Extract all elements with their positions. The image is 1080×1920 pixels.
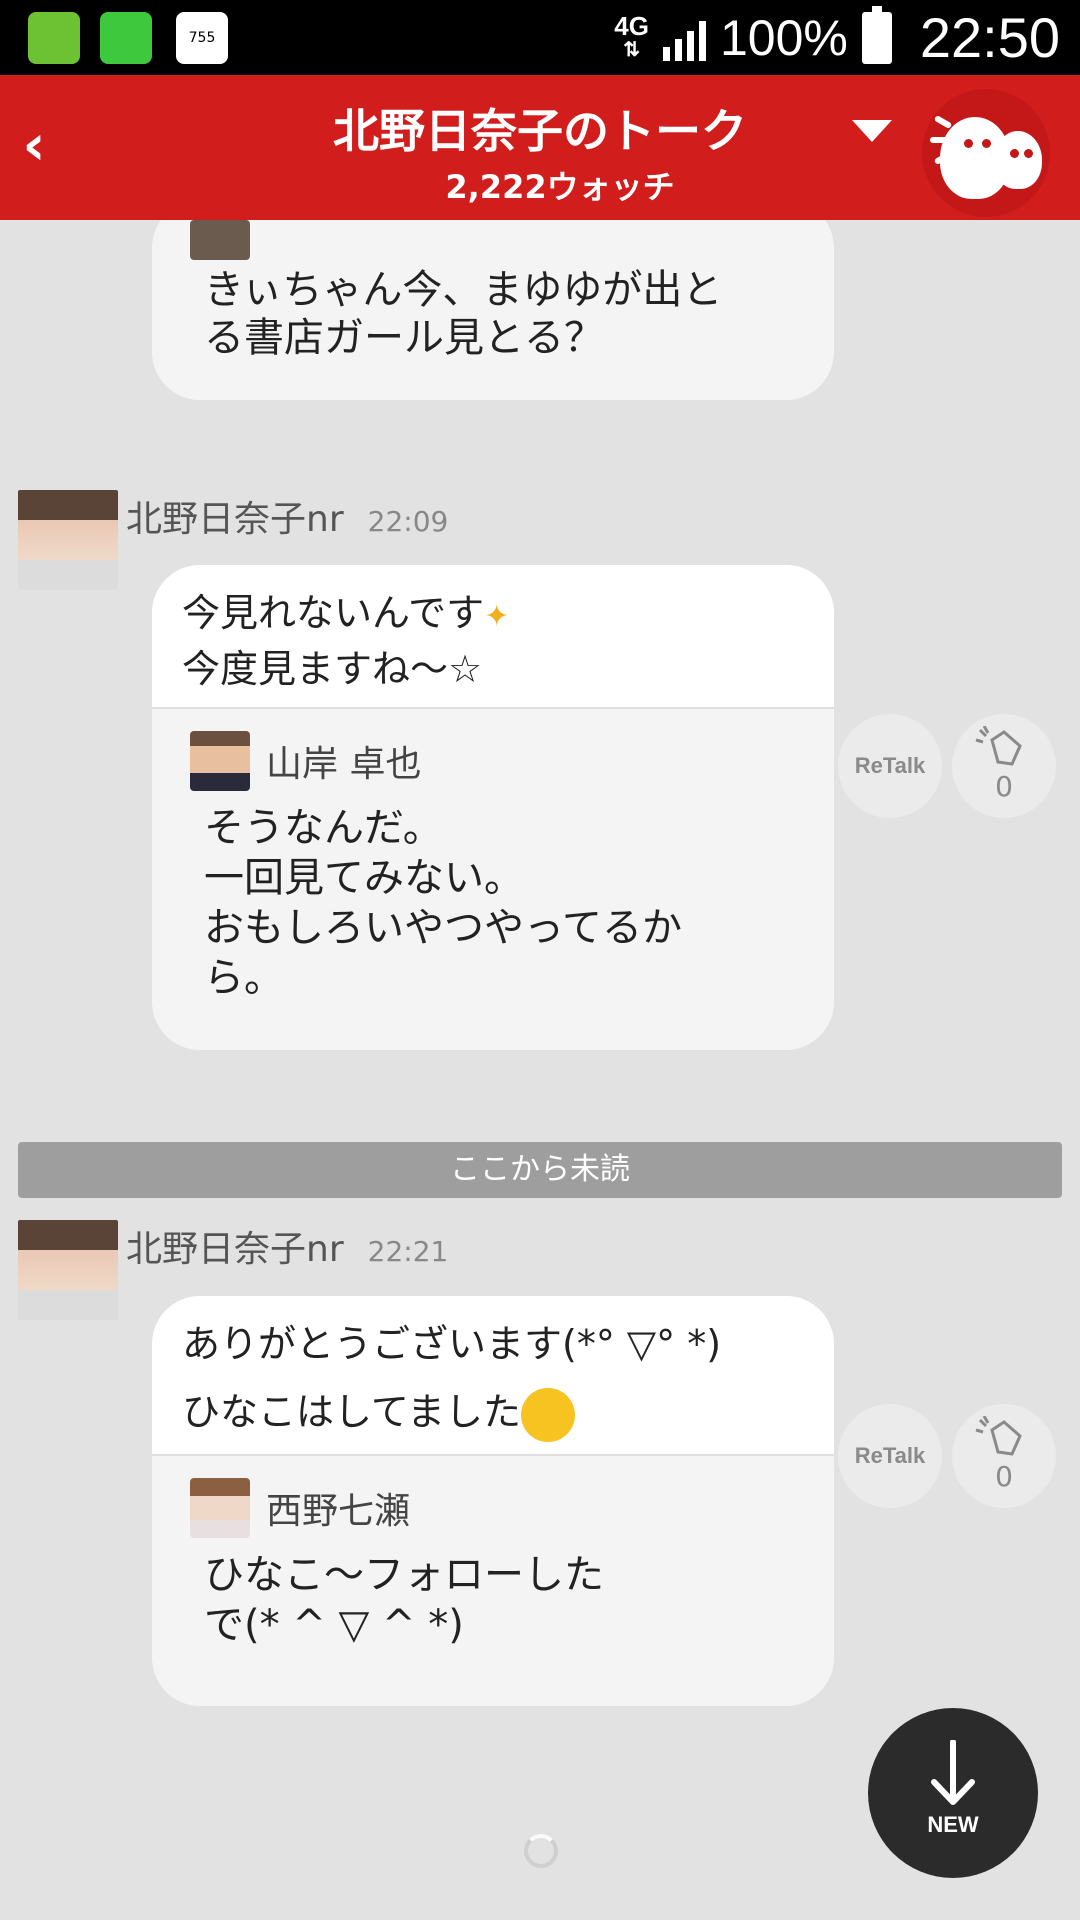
status-bar: 755 4G ⇅ 100% 22:50 (0, 0, 1080, 75)
message-time: 22:09 (367, 505, 449, 538)
battery-icon (861, 5, 892, 64)
battery-percent: 100% (719, 9, 848, 66)
avatar[interactable] (18, 490, 118, 590)
retalk-button[interactable]: ReTalk (838, 1404, 942, 1508)
sparkles-icon: ✦ (484, 599, 510, 634)
loading-spinner (524, 1834, 558, 1868)
clap-button[interactable]: 0 (952, 714, 1056, 818)
quoted-message[interactable]: 山岸 卓也 そうなんだ。 一回見てみない。 おもしろいやつやってるか ら。 (152, 709, 834, 1033)
quoted-text: ひなこ～フォローした で(* ^ ▽ ^ *) (204, 1552, 604, 1648)
clap-count: 0 (995, 770, 1013, 803)
signal-icon (662, 15, 706, 61)
message-text: ありがとうございます(*° ▽° *) ひなこはしてました (152, 1296, 834, 1456)
message-text: 今見れないんです✦ 今度見ますね～☆ (152, 565, 834, 709)
clap-icon (975, 1416, 1022, 1456)
line-app-icon (100, 12, 152, 64)
chevron-down-icon[interactable] (852, 120, 892, 142)
quoted-avatar (190, 1478, 250, 1538)
quoted-avatar (190, 731, 250, 791)
755-app-icon: 755 (176, 12, 228, 64)
quoted-text: そうなんだ。 一回見てみない。 おもしろいやつやってるか ら。 (204, 805, 682, 1001)
unread-divider: ここから未読 (18, 1142, 1062, 1198)
grin-emoji-icon (520, 1387, 575, 1442)
back-button[interactable]: ‹ (10, 113, 58, 178)
quoted-author-name: 西野七瀬 (266, 1491, 411, 1532)
quoted-avatar (190, 220, 250, 260)
message-time: 22:21 (367, 1235, 449, 1268)
message-bubble[interactable]: 今見れないんです✦ 今度見ますね～☆ 山岸 卓也 そうなんだ。 一回見てみない。… (152, 565, 834, 1050)
network-indicator: 4G ⇅ (614, 10, 649, 61)
author-name[interactable]: 北野日奈子nr (126, 1220, 344, 1272)
message-bubble[interactable]: ありがとうございます(*° ▽° *) ひなこはしてました 西野七瀬 ひなこ～フ… (152, 1296, 834, 1706)
chat-timeline[interactable]: きぃちゃん今、まゆゆが出と る書店ガール見とる？ 北野日奈子nr 22:09 今… (0, 220, 1080, 1920)
mascot-icon[interactable] (922, 89, 1050, 217)
watch-count: 2,222ウォッチ (445, 168, 675, 206)
clap-count: 0 (995, 1460, 1013, 1493)
author-name[interactable]: 北野日奈子nr (126, 490, 344, 542)
clap-button[interactable]: 0 (952, 1404, 1056, 1508)
app-bar: ‹ 北野日奈子のトーク 2,222ウォッチ (0, 75, 1080, 220)
scroll-to-new-button[interactable]: NEW (868, 1708, 1038, 1878)
arrow-down-icon (931, 1740, 975, 1805)
app-notification-icon (28, 12, 80, 64)
clock: 22:50 (919, 6, 1060, 69)
page-title: 北野日奈子のトーク (333, 104, 747, 158)
avatar[interactable] (18, 1220, 118, 1320)
retalk-button[interactable]: ReTalk (838, 714, 942, 818)
message-bubble[interactable]: きぃちゃん今、まゆゆが出と る書店ガール見とる？ (152, 220, 834, 400)
quoted-author-name: 山岸 卓也 (266, 744, 422, 785)
clap-icon (975, 726, 1022, 766)
quoted-text: きぃちゃん今、まゆゆが出と る書店ガール見とる？ (204, 267, 723, 361)
quoted-message[interactable]: 西野七瀬 ひなこ～フォローした で(* ^ ▽ ^ *) (152, 1456, 834, 1680)
